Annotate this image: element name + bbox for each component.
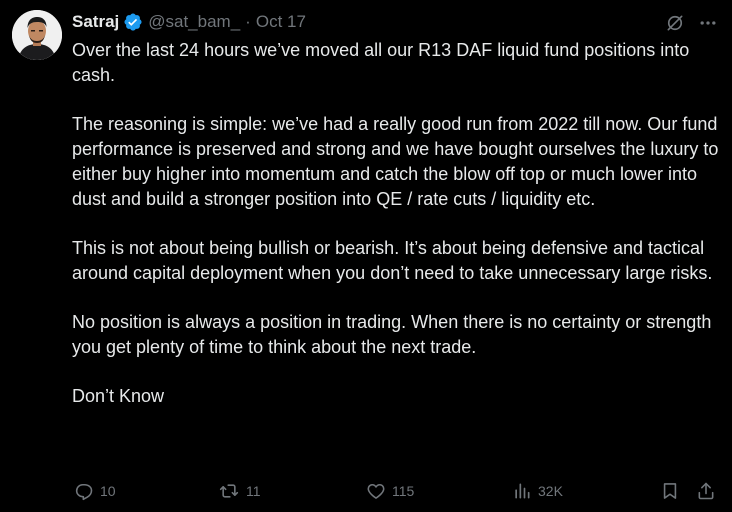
author-handle[interactable]: @sat_bam_: [148, 12, 240, 32]
repost-button[interactable]: 11: [218, 478, 261, 504]
bookmark-icon: [660, 481, 680, 501]
header-separator: ·: [245, 12, 251, 31]
like-count: 115: [392, 483, 415, 499]
tweet-header: Satraj @sat_bam_ · Oct 17: [72, 10, 306, 34]
tweet-paragraph: This is not about being bullish or beari…: [72, 238, 713, 283]
avatar-image: [12, 10, 62, 60]
repost-count: 11: [246, 483, 261, 499]
reply-button[interactable]: 10: [74, 478, 116, 504]
like-icon: [366, 481, 386, 501]
avatar[interactable]: [12, 10, 62, 60]
tweet-date[interactable]: Oct 17: [256, 12, 306, 32]
views-button[interactable]: 32K: [512, 478, 563, 504]
tweet-paragraph: Don’t Know: [72, 386, 165, 406]
like-button[interactable]: 115: [366, 478, 414, 504]
author-name[interactable]: Satraj: [72, 12, 119, 32]
reply-icon: [74, 481, 94, 501]
reply-count: 10: [100, 483, 116, 499]
verified-badge-icon: [123, 12, 143, 32]
share-icon: [696, 481, 716, 501]
tweet-text: Over the last 24 hours we’ve moved all o…: [72, 38, 720, 409]
tweet-paragraph: Over the last 24 hours we’ve moved all o…: [72, 40, 690, 85]
tweet-actions: 10 11 115 32K: [72, 478, 720, 504]
views-count: 32K: [538, 483, 563, 499]
bookmark-button[interactable]: [660, 478, 680, 504]
more-icon[interactable]: [697, 12, 719, 34]
repost-icon: [218, 481, 240, 501]
share-button[interactable]: [696, 478, 716, 504]
views-icon: [512, 481, 532, 501]
tweet-paragraph: The reasoning is simple: we’ve had a rea…: [72, 114, 719, 209]
grok-icon[interactable]: [664, 12, 686, 34]
tweet-paragraph: No position is always a position in trad…: [72, 312, 712, 357]
